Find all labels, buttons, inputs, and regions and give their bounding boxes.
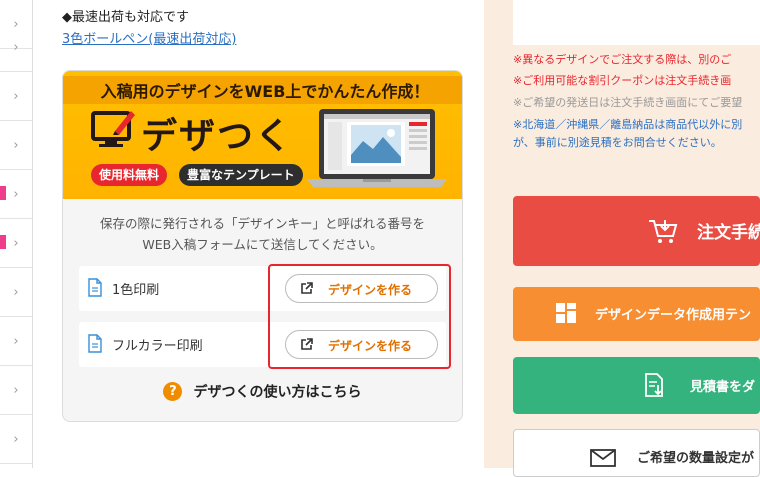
dezatsuku-banner[interactable]: 入稿用のデザインをWEB上でかんたん作成！ デザつく 使用料無料 豊富なテンプレ… [63, 71, 462, 199]
create-design-button-full-color[interactable]: デザインを作る [285, 330, 438, 359]
instructions-line-2: WEB入稿フォームにて送信してください。 [142, 237, 383, 252]
create-design-label: デザインを作る [328, 283, 413, 297]
monitor-pen-icon [91, 111, 135, 147]
summary-box [513, 0, 760, 45]
fast-shipping-link[interactable]: 3色ボールペン(最速出荷対応) [62, 28, 236, 47]
question-icon: ? [163, 382, 183, 401]
chevron-right-icon: › [13, 333, 19, 349]
chevron-right-icon: › [13, 186, 19, 202]
chevron-right-icon: › [13, 39, 19, 55]
order-button[interactable]: 注文手続 [513, 196, 760, 266]
notice-remote-delivery: ※北海道／沖縄県／離島納品は商品代以外に別 [513, 118, 743, 131]
full-color-print-row: フルカラー印刷 デザインを作る [79, 322, 446, 367]
rail-new-marker [0, 186, 6, 200]
mail-icon [590, 449, 616, 467]
design-template-button-label: デザインデータ作成用テン [595, 308, 752, 323]
free-usage-badge: 使用料無料 [91, 164, 168, 186]
quote-download-button[interactable]: 見積書をダ [513, 357, 760, 414]
dezatsuku-logo: デザつく [141, 116, 294, 157]
chevron-right-icon: › [13, 284, 19, 300]
notice-coupon: ※ご利用可能な割引クーポンは注文手続き画 [513, 74, 732, 87]
design-key-instructions: 保存の際に発行される「デザインキー」と呼ばれる番号を WEB入稿フォームにて送信… [63, 213, 462, 255]
rail-item-2[interactable]: › [0, 23, 32, 72]
chevron-right-icon: › [13, 88, 19, 104]
create-design-label: デザインを作る [328, 339, 413, 353]
fast-shipping-note: ◆最速出荷も対応です [62, 10, 189, 25]
create-design-button-one-color[interactable]: デザインを作る [285, 274, 438, 303]
rail-item-9[interactable]: › [0, 366, 32, 415]
external-link-icon [301, 338, 313, 350]
full-color-print-label: フルカラー印刷 [112, 339, 203, 354]
design-template-button[interactable]: デザインデータ作成用テン [513, 287, 760, 341]
rail-new-marker [0, 235, 6, 249]
quantity-inquiry-button[interactable]: ご希望の数量設定が [513, 429, 760, 477]
document-icon [88, 334, 102, 353]
notice-remote-delivery-cont: が、事前に別途見積をお問合せください。 [513, 136, 722, 149]
order-button-label: 注文手続 [697, 223, 760, 243]
quote-download-button-label: 見積書をダ [690, 380, 756, 395]
laptop-illustration [307, 109, 447, 187]
chevron-right-icon: › [13, 431, 19, 447]
notice-different-design: ※異なるデザインでご注文する際は、別のご [513, 53, 732, 66]
chevron-right-icon: › [13, 235, 19, 251]
external-link-icon [301, 282, 313, 294]
one-color-print-label: 1色印刷 [112, 283, 160, 298]
rail-item-3[interactable]: › [0, 72, 32, 121]
rail-item-7[interactable]: › [0, 268, 32, 317]
rail-item-8[interactable]: › [0, 317, 32, 366]
rail-item-10[interactable]: › [0, 415, 32, 464]
quantity-inquiry-button-label: ご希望の数量設定が [637, 451, 755, 466]
notice-ship-date: ※ご希望の発送日は注文手続き画面にてご要望 [513, 96, 743, 109]
order-side-panel: ※異なるデザインでご注文する際は、別のご ※ご利用可能な割引クーポンは注文手続き… [484, 0, 760, 477]
cart-icon [649, 220, 678, 243]
document-icon [88, 278, 102, 297]
instructions-line-1: 保存の際に発行される「デザインキー」と呼ばれる番号を [99, 216, 425, 231]
templates-badge: 豊富なテンプレート [179, 164, 303, 186]
howto-label: デザつくの使い方はこちら [193, 384, 362, 401]
howto-link[interactable]: ? デザつくの使い方はこちら [63, 381, 462, 402]
left-category-rail: › › › › › › › › › › [0, 0, 33, 468]
rail-item-4[interactable]: › [0, 121, 32, 170]
template-grid-icon [556, 303, 576, 323]
banner-headline: 入稿用のデザインをWEB上でかんたん作成！ [100, 82, 430, 101]
document-download-icon [645, 373, 663, 397]
chevron-right-icon: › [13, 137, 19, 153]
dezatsuku-card: 入稿用のデザインをWEB上でかんたん作成！ デザつく 使用料無料 豊富なテンプレ… [62, 70, 463, 422]
one-color-print-row: 1色印刷 デザインを作る [79, 266, 446, 311]
chevron-right-icon: › [13, 382, 19, 398]
